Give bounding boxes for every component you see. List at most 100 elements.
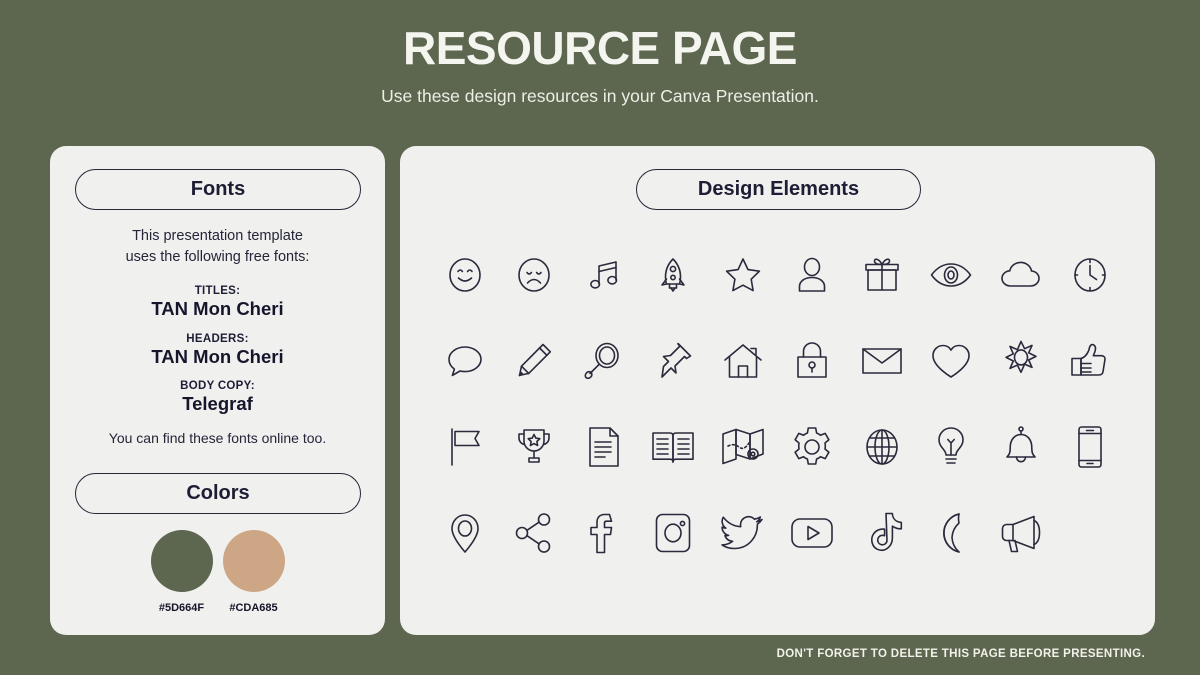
thumbs-up-icon[interactable]	[1066, 337, 1114, 385]
house-icon-glyph	[720, 338, 766, 384]
moon-icon-glyph	[928, 510, 974, 556]
map-icon[interactable]	[719, 423, 767, 471]
document-icon-glyph	[581, 424, 627, 470]
sun-icon-glyph	[998, 338, 1044, 384]
sad-face-icon-glyph	[511, 252, 557, 298]
globe-icon[interactable]	[858, 423, 906, 471]
font-role-label: BODY COPY:	[180, 380, 255, 392]
star-icon[interactable]	[719, 251, 767, 299]
page-title: RESOURCE PAGE	[403, 22, 797, 74]
tiktok-icon-glyph	[859, 510, 905, 556]
delete-page-reminder: DON'T FORGET TO DELETE THIS PAGE BEFORE …	[776, 648, 1145, 660]
slide-canvas: RESOURCE PAGE Use these design resources…	[0, 0, 1200, 675]
fonts-outro-text: You can find these fonts online too.	[108, 430, 327, 446]
document-icon[interactable]	[580, 423, 628, 471]
moon-icon[interactable]	[927, 509, 975, 557]
heart-icon-glyph	[928, 338, 974, 384]
megaphone-icon[interactable]	[997, 509, 1045, 557]
font-role-headers: HEADERS: TAN Mon Cheri	[50, 333, 385, 368]
gear-icon-glyph	[789, 424, 835, 470]
bell-icon-glyph	[998, 424, 1044, 470]
pencil-icon-glyph	[511, 338, 557, 384]
phone-icon-glyph	[1067, 424, 1113, 470]
page-subtitle: Use these design resources in your Canva…	[381, 86, 819, 107]
color-swatch-dot[interactable]	[222, 530, 285, 592]
smiley-face-icon[interactable]	[441, 251, 489, 299]
font-family-name: Telegraf	[182, 393, 253, 414]
lightbulb-icon-glyph	[928, 424, 974, 470]
color-hex-label: #CDA685	[229, 602, 278, 614]
rocket-icon[interactable]	[649, 251, 697, 299]
flag-icon-glyph	[442, 424, 488, 470]
heart-icon[interactable]	[927, 337, 975, 385]
fonts-intro-line-1: This presentation template	[132, 228, 303, 244]
twitter-icon[interactable]	[719, 509, 767, 557]
phone-icon[interactable]	[1066, 423, 1114, 471]
magnifier-icon[interactable]	[580, 337, 628, 385]
gift-icon[interactable]	[858, 251, 906, 299]
globe-icon-glyph	[859, 424, 905, 470]
cloud-icon-glyph	[998, 252, 1044, 298]
trophy-icon[interactable]	[510, 423, 558, 471]
gift-icon-glyph	[859, 252, 905, 298]
person-icon[interactable]	[788, 251, 836, 299]
color-hex-label: #5D664F	[158, 602, 205, 614]
color-swatch-row: #5D664F #CDA685	[50, 530, 385, 614]
trophy-icon-glyph	[511, 424, 557, 470]
lightbulb-icon[interactable]	[927, 423, 975, 471]
fonts-section-header: Fonts	[75, 169, 361, 210]
fonts-intro-text: This presentation template uses the foll…	[50, 226, 385, 267]
facebook-icon[interactable]	[580, 509, 628, 557]
bell-icon[interactable]	[997, 423, 1045, 471]
music-note-icon[interactable]	[580, 251, 628, 299]
eye-icon-glyph	[928, 252, 974, 298]
instagram-icon[interactable]	[649, 509, 697, 557]
instagram-icon-glyph	[650, 510, 696, 556]
font-role-label: TITLES:	[194, 285, 241, 297]
clock-icon[interactable]	[1066, 251, 1114, 299]
clock-icon-glyph	[1067, 252, 1113, 298]
fonts-intro-line-2: uses the following free fonts:	[125, 248, 310, 265]
cloud-icon[interactable]	[997, 251, 1045, 299]
slide-header: RESOURCE PAGE Use these design resources…	[0, 24, 1200, 107]
fonts-pill-label: Fonts	[190, 178, 246, 200]
music-note-icon-glyph	[581, 252, 627, 298]
pushpin-icon-glyph	[650, 338, 696, 384]
envelope-icon[interactable]	[858, 337, 906, 385]
share-icon-glyph	[511, 510, 557, 556]
youtube-icon-glyph	[789, 510, 835, 556]
book-icon[interactable]	[649, 423, 697, 471]
flag-icon[interactable]	[441, 423, 489, 471]
design-elements-icon-grid	[430, 251, 1125, 557]
pushpin-icon[interactable]	[649, 337, 697, 385]
magnifier-icon-glyph	[581, 338, 627, 384]
house-icon[interactable]	[719, 337, 767, 385]
color-swatch-item[interactable]: #CDA685	[222, 530, 285, 614]
eye-icon[interactable]	[927, 251, 975, 299]
lock-icon[interactable]	[788, 337, 836, 385]
font-family-name: TAN Mon Cheri	[151, 346, 284, 367]
design-elements-pill-label: Design Elements	[697, 178, 860, 200]
design-elements-section-header: Design Elements	[636, 169, 921, 210]
font-role-label: HEADERS:	[186, 333, 249, 345]
sun-icon[interactable]	[997, 337, 1045, 385]
megaphone-icon-glyph	[998, 510, 1044, 556]
pencil-icon[interactable]	[510, 337, 558, 385]
smiley-face-icon-glyph	[442, 252, 488, 298]
youtube-icon[interactable]	[788, 509, 836, 557]
speech-bubble-icon[interactable]	[441, 337, 489, 385]
color-swatch-dot[interactable]	[150, 530, 213, 592]
gear-icon[interactable]	[788, 423, 836, 471]
location-pin-icon[interactable]	[441, 509, 489, 557]
color-swatch-item[interactable]: #5D664F	[150, 530, 213, 614]
book-icon-glyph	[650, 424, 696, 470]
lock-icon-glyph	[789, 338, 835, 384]
sad-face-icon[interactable]	[510, 251, 558, 299]
tiktok-icon[interactable]	[858, 509, 906, 557]
design-elements-card: Design Elements	[400, 146, 1155, 635]
map-icon-glyph	[720, 424, 766, 470]
twitter-icon-glyph	[720, 510, 766, 556]
share-icon[interactable]	[510, 509, 558, 557]
rocket-icon-glyph	[650, 252, 696, 298]
font-family-name: TAN Mon Cheri	[151, 298, 284, 319]
